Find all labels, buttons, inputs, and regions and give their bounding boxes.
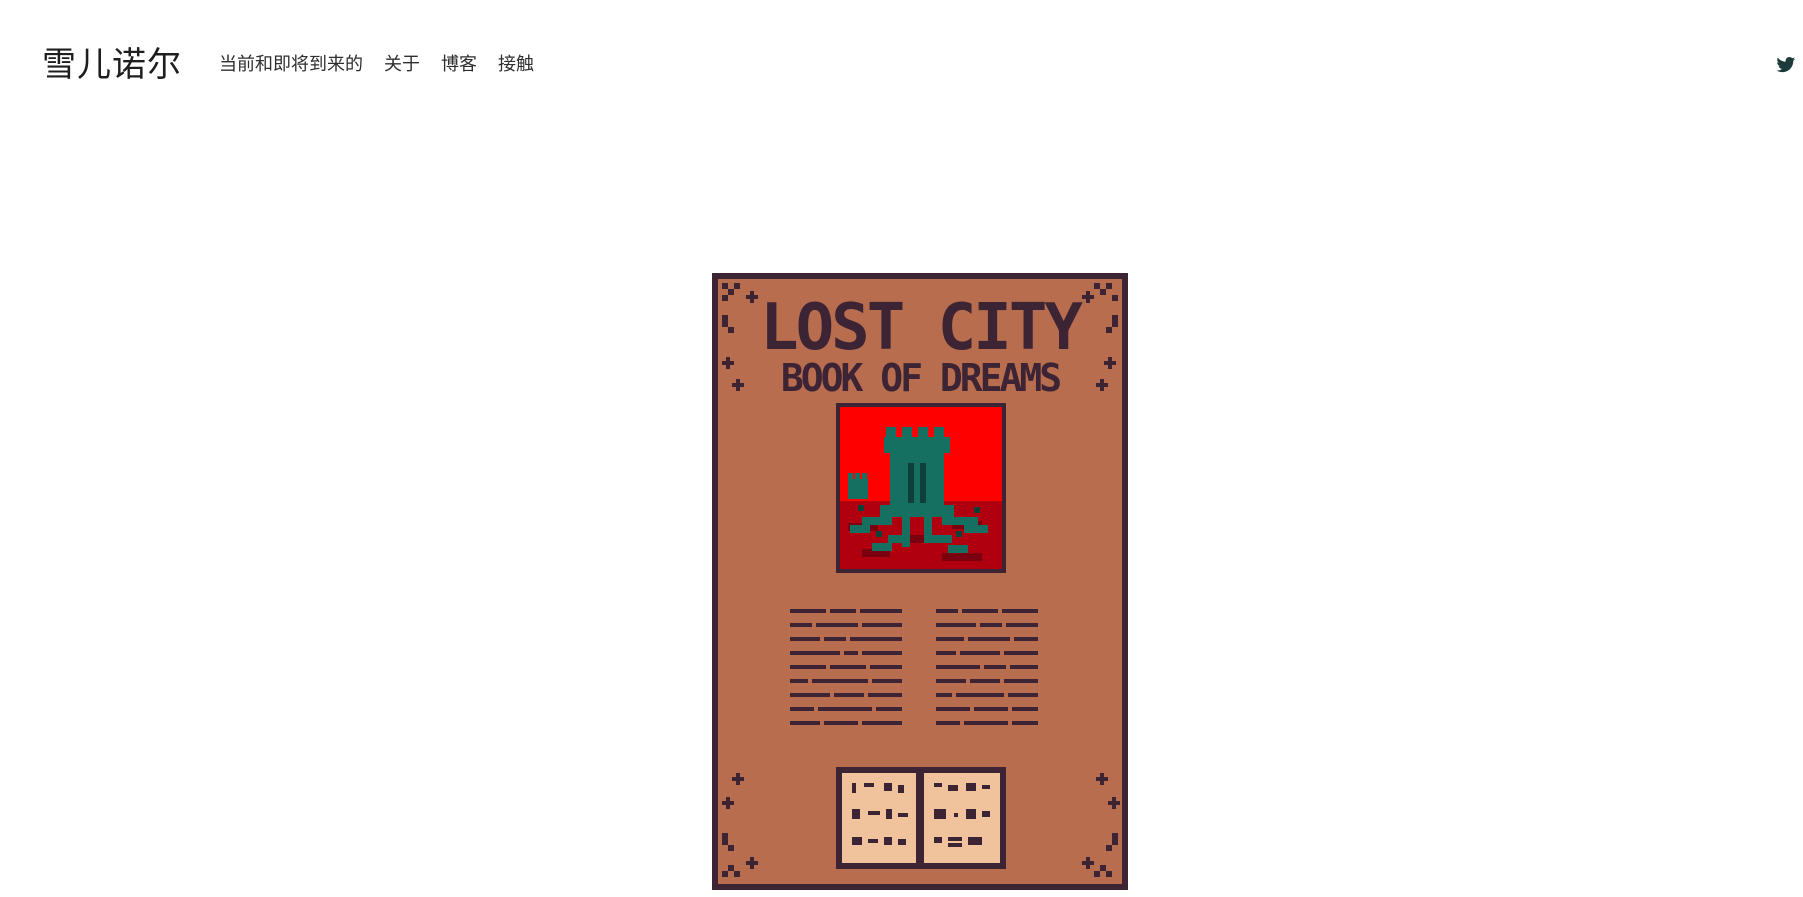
book-cover-image: LOST CITY BOOK OF DREAMS <box>712 273 1128 890</box>
nav-contact[interactable]: 接触 <box>498 50 534 80</box>
nav-current-upcoming[interactable]: 当前和即将到来的 <box>219 50 363 80</box>
cover-title: LOST CITY <box>760 291 1083 365</box>
nav-blog[interactable]: 博客 <box>441 50 477 80</box>
nav-about[interactable]: 关于 <box>384 50 420 80</box>
open-book-illustration <box>836 767 1006 869</box>
cover-subtitle: BOOK OF DREAMS <box>781 356 1060 400</box>
site-title[interactable]: 雪儿诺尔 <box>42 40 182 90</box>
twitter-link[interactable] <box>1776 55 1796 75</box>
book-cover-artwork: LOST CITY BOOK OF DREAMS <box>712 273 1128 890</box>
site-header: 雪儿诺尔 当前和即将到来的 关于 博客 接触 <box>0 0 1803 130</box>
twitter-icon <box>1776 57 1796 73</box>
main-nav: 当前和即将到来的 关于 博客 接触 <box>219 50 534 80</box>
